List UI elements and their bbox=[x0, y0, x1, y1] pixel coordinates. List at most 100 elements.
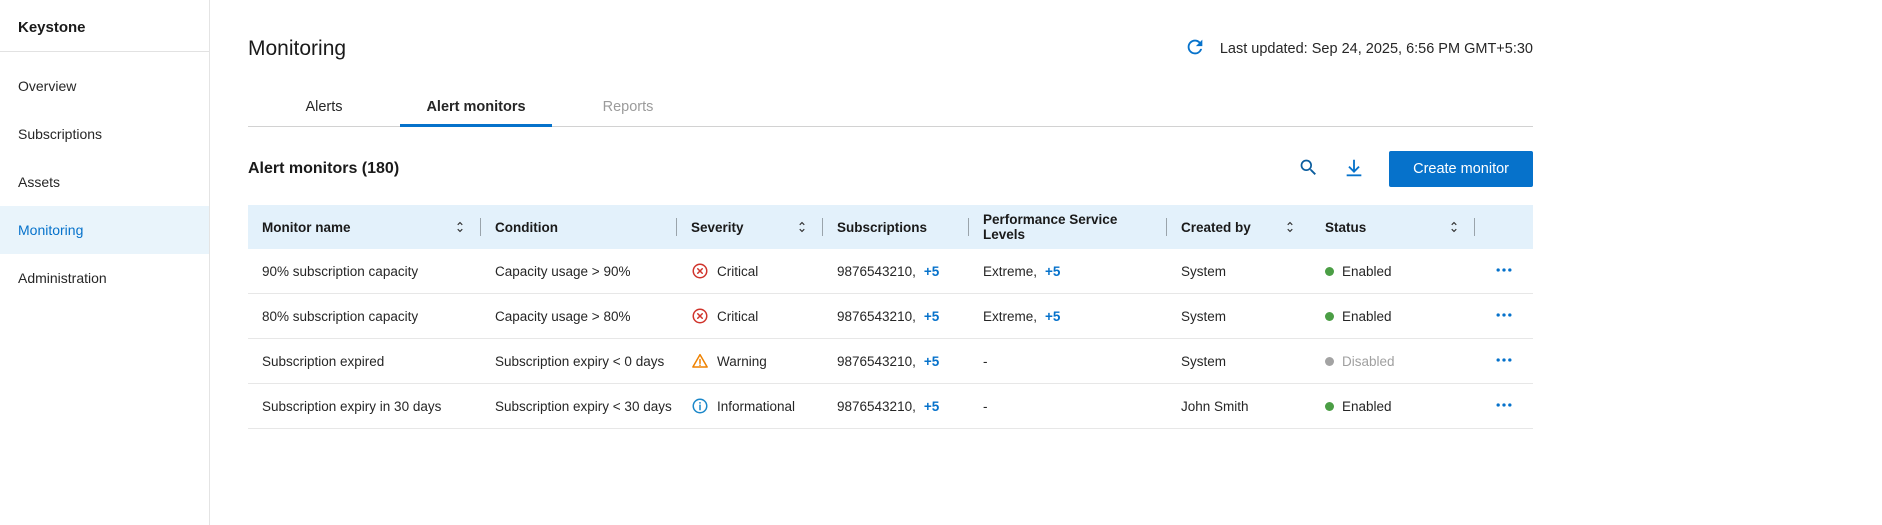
status-label: Enabled bbox=[1342, 309, 1392, 324]
severity-cell: Warning bbox=[677, 352, 823, 370]
condition-cell: Capacity usage > 80% bbox=[481, 309, 677, 324]
monitor-name-cell: Subscription expired bbox=[248, 354, 481, 369]
subscriptions-value: 9876543210, bbox=[837, 264, 916, 279]
toolbar: Alert monitors (180) Create monitor bbox=[248, 151, 1533, 187]
column-header-actions bbox=[1475, 205, 1533, 249]
app-root: Keystone Overview Subscriptions Assets M… bbox=[0, 0, 1882, 525]
table-row: Subscription expiry in 30 days Subscript… bbox=[248, 384, 1533, 429]
service-levels-more-link[interactable]: +5 bbox=[1045, 264, 1060, 279]
actions-cell bbox=[1475, 395, 1533, 418]
column-header-created-by: Created by bbox=[1167, 205, 1311, 249]
tab-alerts[interactable]: Alerts bbox=[248, 87, 400, 127]
table-row: 90% subscription capacity Capacity usage… bbox=[248, 249, 1533, 294]
monitor-name-cell: Subscription expiry in 30 days bbox=[248, 399, 481, 414]
monitor-name-cell: 80% subscription capacity bbox=[248, 309, 481, 324]
condition-cell: Capacity usage > 90% bbox=[481, 264, 677, 279]
ellipsis-icon bbox=[1494, 305, 1514, 328]
tab-alert-monitors[interactable]: Alert monitors bbox=[400, 87, 552, 127]
status-cell: Enabled bbox=[1311, 399, 1475, 414]
create-monitor-button[interactable]: Create monitor bbox=[1389, 151, 1533, 187]
page-title: Monitoring bbox=[248, 37, 346, 61]
tab-bar: Alerts Alert monitors Reports bbox=[248, 87, 1533, 127]
column-header-condition: Condition bbox=[481, 205, 677, 249]
critical-icon bbox=[691, 262, 709, 280]
column-label: Created by bbox=[1181, 220, 1251, 235]
service-levels-cell: Extreme, +5 bbox=[969, 309, 1167, 324]
column-header-severity: Severity bbox=[677, 205, 823, 249]
sidebar-item-assets[interactable]: Assets bbox=[0, 158, 209, 206]
section-title: Alert monitors (180) bbox=[248, 160, 399, 178]
row-actions-button[interactable] bbox=[1494, 395, 1514, 418]
severity-label: Warning bbox=[717, 354, 767, 369]
ellipsis-icon bbox=[1494, 395, 1514, 418]
column-label: Monitor name bbox=[262, 220, 351, 235]
warning-icon bbox=[691, 352, 709, 370]
created-by-cell: System bbox=[1167, 264, 1311, 279]
service-levels-value: - bbox=[983, 399, 988, 414]
table-header-row: Monitor name Condition Severity Subscrip… bbox=[248, 205, 1533, 249]
service-levels-cell: Extreme, +5 bbox=[969, 264, 1167, 279]
severity-label: Informational bbox=[717, 399, 795, 414]
column-label: Performance Service Levels bbox=[983, 212, 1153, 242]
table-row: Subscription expired Subscription expiry… bbox=[248, 339, 1533, 384]
service-levels-more-link[interactable]: +5 bbox=[1045, 309, 1060, 324]
subscriptions-more-link[interactable]: +5 bbox=[924, 264, 939, 279]
status-dot bbox=[1325, 357, 1334, 366]
table-row: 80% subscription capacity Capacity usage… bbox=[248, 294, 1533, 339]
subscriptions-more-link[interactable]: +5 bbox=[924, 354, 939, 369]
severity-cell: Informational bbox=[677, 397, 823, 415]
sidebar-item-overview[interactable]: Overview bbox=[0, 62, 209, 110]
row-actions-button[interactable] bbox=[1494, 350, 1514, 373]
sidebar: Keystone Overview Subscriptions Assets M… bbox=[0, 0, 210, 525]
column-label: Condition bbox=[495, 220, 558, 235]
column-header-monitor-name: Monitor name bbox=[248, 205, 481, 249]
sidebar-item-monitoring[interactable]: Monitoring bbox=[0, 206, 209, 254]
download-icon bbox=[1343, 157, 1365, 182]
download-button[interactable] bbox=[1343, 157, 1365, 182]
sort-icon[interactable] bbox=[1283, 220, 1297, 234]
tab-reports[interactable]: Reports bbox=[552, 87, 704, 127]
refresh-icon bbox=[1184, 36, 1206, 61]
sort-icon[interactable] bbox=[1447, 220, 1461, 234]
created-by-cell: System bbox=[1167, 354, 1311, 369]
sidebar-nav: Overview Subscriptions Assets Monitoring… bbox=[0, 62, 209, 302]
actions-cell bbox=[1475, 260, 1533, 283]
severity-cell: Critical bbox=[677, 307, 823, 325]
severity-label: Critical bbox=[717, 264, 758, 279]
refresh-button[interactable] bbox=[1184, 36, 1206, 61]
actions-cell bbox=[1475, 305, 1533, 328]
sort-icon[interactable] bbox=[453, 220, 467, 234]
page-header: Monitoring Last updated: Sep 24, 2025, 6… bbox=[248, 36, 1533, 61]
condition-cell: Subscription expiry < 0 days bbox=[481, 354, 677, 369]
column-header-subscriptions: Subscriptions bbox=[823, 205, 969, 249]
info-icon bbox=[691, 397, 709, 415]
status-label: Enabled bbox=[1342, 399, 1392, 414]
subscriptions-more-link[interactable]: +5 bbox=[924, 309, 939, 324]
column-header-performance-service-levels: Performance Service Levels bbox=[969, 205, 1167, 249]
ellipsis-icon bbox=[1494, 260, 1514, 283]
actions-cell bbox=[1475, 350, 1533, 373]
subscriptions-cell: 9876543210, +5 bbox=[823, 309, 969, 324]
row-actions-button[interactable] bbox=[1494, 260, 1514, 283]
status-cell: Enabled bbox=[1311, 264, 1475, 279]
service-levels-cell: - bbox=[969, 354, 1167, 369]
last-updated-text: Last updated: Sep 24, 2025, 6:56 PM GMT+… bbox=[1220, 41, 1533, 57]
service-levels-value: - bbox=[983, 354, 988, 369]
status-dot bbox=[1325, 267, 1334, 276]
subscriptions-more-link[interactable]: +5 bbox=[924, 399, 939, 414]
ellipsis-icon bbox=[1494, 350, 1514, 373]
condition-cell: Subscription expiry < 30 days bbox=[481, 399, 677, 414]
sidebar-item-administration[interactable]: Administration bbox=[0, 254, 209, 302]
status-dot bbox=[1325, 402, 1334, 411]
subscriptions-cell: 9876543210, +5 bbox=[823, 399, 969, 414]
severity-cell: Critical bbox=[677, 262, 823, 280]
row-actions-button[interactable] bbox=[1494, 305, 1514, 328]
sort-icon[interactable] bbox=[795, 220, 809, 234]
sidebar-item-subscriptions[interactable]: Subscriptions bbox=[0, 110, 209, 158]
subscriptions-value: 9876543210, bbox=[837, 354, 916, 369]
search-button[interactable] bbox=[1298, 157, 1319, 181]
subscriptions-cell: 9876543210, +5 bbox=[823, 354, 969, 369]
sidebar-divider bbox=[0, 51, 209, 52]
service-levels-value: Extreme, bbox=[983, 309, 1037, 324]
subscriptions-value: 9876543210, bbox=[837, 399, 916, 414]
